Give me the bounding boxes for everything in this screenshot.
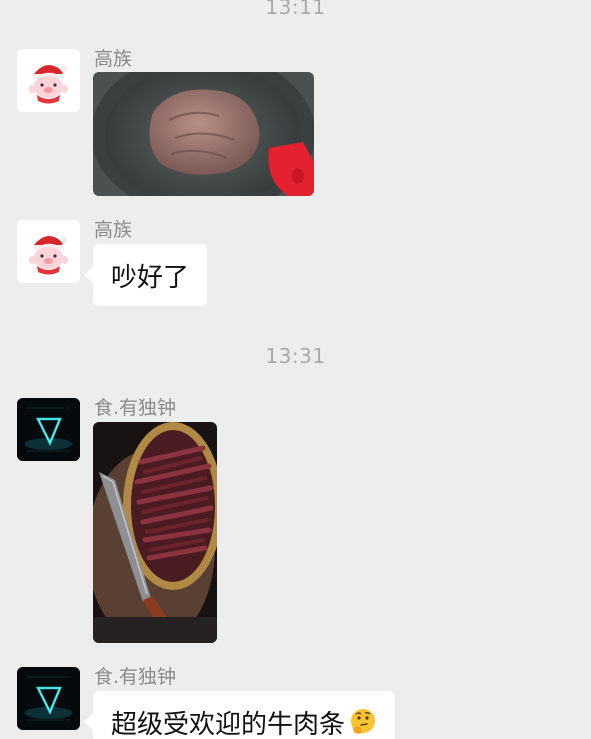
message-text: 超级受欢迎的牛肉条 bbox=[111, 709, 346, 739]
chat-view[interactable]: 13:11 高族 高族 吵好了 13:31 食.有独钟 食.有独钟 超级受欢迎的… bbox=[0, 0, 591, 739]
message-image[interactable] bbox=[93, 72, 314, 196]
neon-triangle-avatar-icon bbox=[17, 398, 80, 461]
message-text: 吵好了 bbox=[111, 262, 190, 293]
avatar[interactable] bbox=[17, 49, 80, 112]
sender-name: 食.有独钟 bbox=[94, 666, 177, 688]
sender-name: 高族 bbox=[94, 48, 133, 70]
neon-triangle-avatar-icon bbox=[17, 667, 80, 730]
cartoon-pig-avatar-icon bbox=[17, 49, 80, 112]
pan-photo-image bbox=[93, 72, 314, 196]
avatar[interactable] bbox=[17, 220, 80, 283]
sender-name: 食.有独钟 bbox=[94, 397, 177, 419]
thinking-face-icon bbox=[351, 709, 376, 734]
timestamp: 13:31 bbox=[265, 344, 326, 368]
message-bubble[interactable]: 超级受欢迎的牛肉条 bbox=[83, 691, 396, 739]
beef-photo-image bbox=[93, 422, 217, 643]
sender-name: 高族 bbox=[94, 219, 133, 241]
timestamp: 13:11 bbox=[265, 0, 326, 19]
avatar[interactable] bbox=[17, 398, 80, 461]
avatar[interactable] bbox=[17, 667, 80, 730]
message-bubble[interactable]: 吵好了 bbox=[83, 244, 208, 306]
cartoon-pig-avatar-icon bbox=[17, 220, 80, 283]
message-image[interactable] bbox=[93, 422, 217, 643]
